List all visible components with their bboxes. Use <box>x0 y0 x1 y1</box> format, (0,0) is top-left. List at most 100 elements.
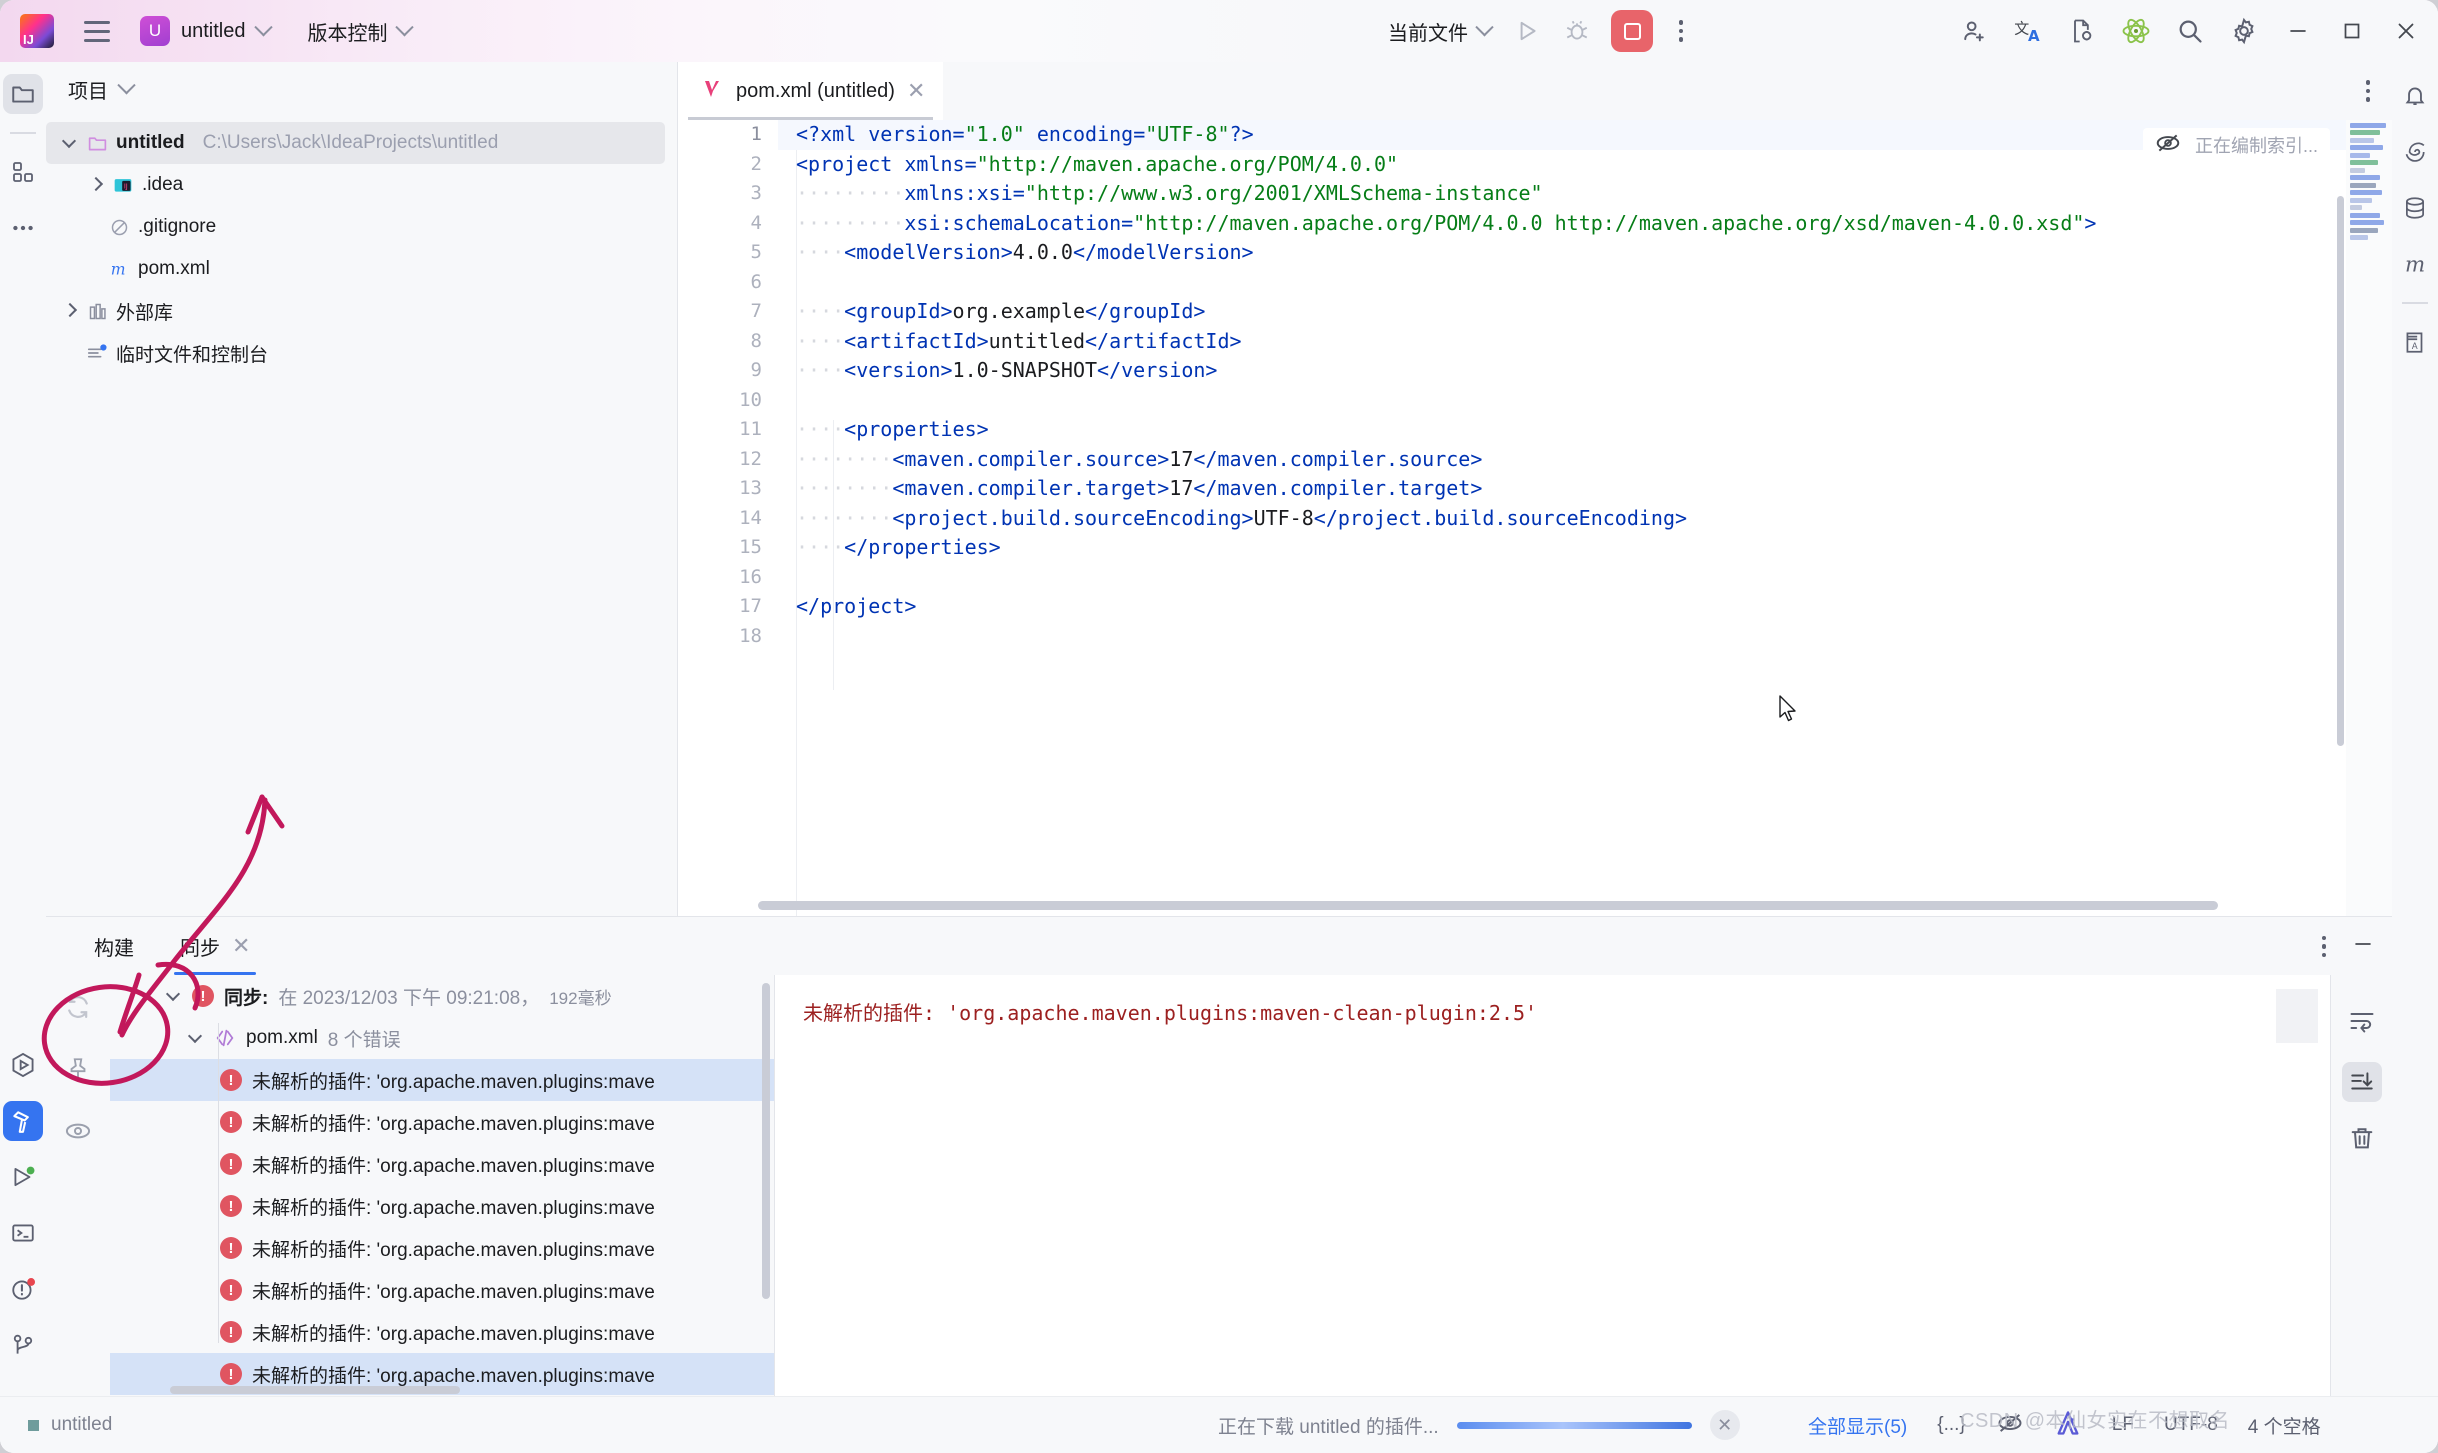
build-tree-file[interactable]: pom.xml 8 个错误 <box>110 1017 774 1059</box>
build-error-row[interactable]: ! 未解析的插件: 'org.apache.maven.plugins:mave <box>110 1227 774 1269</box>
tab-build[interactable]: 构建 <box>76 917 152 975</box>
editor-options-button[interactable] <box>2365 80 2370 102</box>
code-line[interactable]: ····<artifactId>untitled</artifactId> <box>778 327 2392 357</box>
close-icon[interactable]: ✕ <box>232 935 250 957</box>
code-token: = <box>952 122 965 146</box>
code-token: ···· <box>796 240 845 264</box>
chevron-expanded-icon[interactable] <box>166 988 182 1004</box>
code-token: <properties> <box>844 417 989 441</box>
project-widget[interactable]: U untitled <box>132 12 278 50</box>
code-line[interactable]: ········<maven.compiler.target>17</maven… <box>778 474 2392 504</box>
editor-minimap[interactable] <box>2346 120 2392 916</box>
chevron-down-icon[interactable] <box>117 75 136 94</box>
tree-item-gitignore[interactable]: .gitignore <box>46 206 677 248</box>
sidebar-item-structure[interactable] <box>3 152 43 192</box>
soft-wrap-icon[interactable] <box>2348 1007 2376 1040</box>
tab-sync[interactable]: 同步 ✕ <box>162 917 268 975</box>
dictionary-icon[interactable]: A <box>2395 322 2435 362</box>
chevron-expanded-icon[interactable] <box>62 135 78 151</box>
notifications-bell-icon[interactable] <box>2395 76 2435 116</box>
status-project-label[interactable]: untitled <box>51 1414 112 1436</box>
minimize-window-button[interactable] <box>2272 0 2324 62</box>
code-line[interactable] <box>778 386 2392 416</box>
pin-icon[interactable] <box>65 1056 91 1087</box>
debug-button[interactable] <box>1555 9 1599 53</box>
tree-item-pom-xml[interactable]: m pom.xml <box>46 248 677 290</box>
file-settings-icon[interactable] <box>2056 0 2108 62</box>
tree-item-external-libraries[interactable]: 外部库 <box>46 290 677 332</box>
kebab-menu-icon[interactable] <box>2321 935 2326 958</box>
code-line[interactable]: </project> <box>778 592 2392 622</box>
build-error-row[interactable]: ! 未解析的插件: 'org.apache.maven.plugins:mave <box>110 1269 774 1311</box>
close-window-button[interactable] <box>2380 0 2432 62</box>
sidebar-item-more[interactable] <box>3 208 43 248</box>
stop-square-icon <box>1623 22 1641 40</box>
translate-icon[interactable]: 文 A <box>2002 0 2054 62</box>
code-line[interactable] <box>778 563 2392 593</box>
code-line[interactable]: ····</properties> <box>778 533 2392 563</box>
build-error-row[interactable]: ! 未解析的插件: 'org.apache.maven.plugins:mave <box>110 1143 774 1185</box>
build-detail-pane[interactable]: 未解析的插件: 'org.apache.maven.plugins:maven-… <box>775 975 2330 1396</box>
build-error-row[interactable]: ! 未解析的插件: 'org.apache.maven.plugins:mave <box>110 1185 774 1227</box>
sidebar-item-services[interactable] <box>3 1157 43 1197</box>
run-configuration-selector[interactable]: 当前文件 <box>1380 13 1499 50</box>
more-actions-button[interactable] <box>1659 9 1703 53</box>
sidebar-item-build[interactable] <box>3 1101 43 1141</box>
ai-assistant-icon[interactable] <box>2395 132 2435 172</box>
hamburger-menu-icon[interactable] <box>76 10 118 52</box>
refresh-icon[interactable] <box>64 993 92 1026</box>
code-line[interactable]: ····<version>1.0-SNAPSHOT</version> <box>778 356 2392 386</box>
editor-tab-pom-xml[interactable]: pom.xml (untitled) ✕ <box>678 62 944 120</box>
build-output-tree[interactable]: ! 同步: 在 2023/12/03 下午 09:21:08， 192毫秒 po… <box>110 975 775 1396</box>
tree-item-untitled[interactable]: untitled C:\Users\Jack\IdeaProjects\unti… <box>46 122 665 164</box>
code-line[interactable]: ····<properties> <box>778 415 2392 445</box>
editor-vertical-scrollbar[interactable] <box>2337 196 2344 746</box>
sidebar-item-problems[interactable] <box>3 1269 43 1309</box>
trash-icon[interactable] <box>2348 1124 2376 1157</box>
build-error-row[interactable]: ! 未解析的插件: 'org.apache.maven.plugins:mave <box>110 1311 774 1353</box>
chevron-collapsed-icon[interactable] <box>62 303 78 319</box>
code-line[interactable] <box>778 622 2392 652</box>
chevron-collapsed-icon[interactable] <box>88 177 104 193</box>
scroll-to-end-icon[interactable] <box>2341 1062 2382 1102</box>
code-line[interactable] <box>778 268 2392 298</box>
build-tree-hscrollbar[interactable] <box>170 1386 460 1394</box>
stop-button[interactable] <box>1611 10 1653 52</box>
settings-gear-icon[interactable] <box>2218 0 2270 62</box>
search-icon[interactable] <box>2164 0 2216 62</box>
vcs-widget[interactable]: 版本控制 <box>300 13 419 50</box>
tree-item-scratches[interactable]: 临时文件和控制台 <box>46 332 677 374</box>
sidebar-item-run[interactable] <box>3 1045 43 1085</box>
sidebar-item-project[interactable] <box>3 74 43 114</box>
atom-plugin-icon[interactable] <box>2110 0 2162 62</box>
svg-text:文: 文 <box>2014 20 2029 38</box>
chevron-expanded-icon[interactable] <box>188 1030 204 1046</box>
maven-icon[interactable]: m <box>2395 244 2435 284</box>
sidebar-item-git[interactable] <box>3 1325 43 1365</box>
build-tree-root[interactable]: ! 同步: 在 2023/12/03 下午 09:21:08， 192毫秒 <box>110 975 774 1017</box>
build-error-row[interactable]: ! 未解析的插件: 'org.apache.maven.plugins:mave <box>110 1059 774 1101</box>
code-line[interactable]: ····<groupId>org.example</groupId> <box>778 297 2392 327</box>
editor-horizontal-scrollbar[interactable] <box>758 901 2218 910</box>
code-line[interactable]: ·········xmlns:xsi="http://www.w3.org/20… <box>778 179 2392 209</box>
code-line[interactable]: ····<modelVersion>4.0.0</modelVersion> <box>778 238 2392 268</box>
code-line[interactable]: ········<project.build.sourceEncoding>UT… <box>778 504 2392 534</box>
sidebar-item-terminal[interactable] <box>3 1213 43 1253</box>
tree-item-idea[interactable]: IJ .idea <box>46 164 677 206</box>
maximize-window-button[interactable] <box>2326 0 2378 62</box>
code-line[interactable]: ·········xsi:schemaLocation="http://mave… <box>778 209 2392 239</box>
database-icon[interactable] <box>2395 188 2435 228</box>
add-user-icon[interactable] <box>1948 0 2000 62</box>
show-all-link[interactable]: 全部显示(5) <box>1808 1412 1907 1439</box>
code-line[interactable]: ········<maven.compiler.source>17</maven… <box>778 445 2392 475</box>
build-tree-scrollbar[interactable] <box>762 983 770 1299</box>
code-editor[interactable]: 1 2 3 4 5 6 7 8 9 10 11 12 13 14 15 16 17 18 <?xml versio… <box>678 120 2392 916</box>
run-button[interactable] <box>1505 9 1549 53</box>
close-icon[interactable]: ✕ <box>907 80 925 102</box>
indent-widget[interactable]: 4 个空格 <box>2248 1412 2321 1439</box>
cancel-progress-icon[interactable]: ✕ <box>1709 1410 1740 1440</box>
inspections-off-icon[interactable] <box>2155 130 2181 161</box>
eye-icon[interactable] <box>64 1117 92 1150</box>
build-error-row[interactable]: ! 未解析的插件: 'org.apache.maven.plugins:mave <box>110 1101 774 1143</box>
minimize-icon[interactable] <box>2350 931 2376 962</box>
